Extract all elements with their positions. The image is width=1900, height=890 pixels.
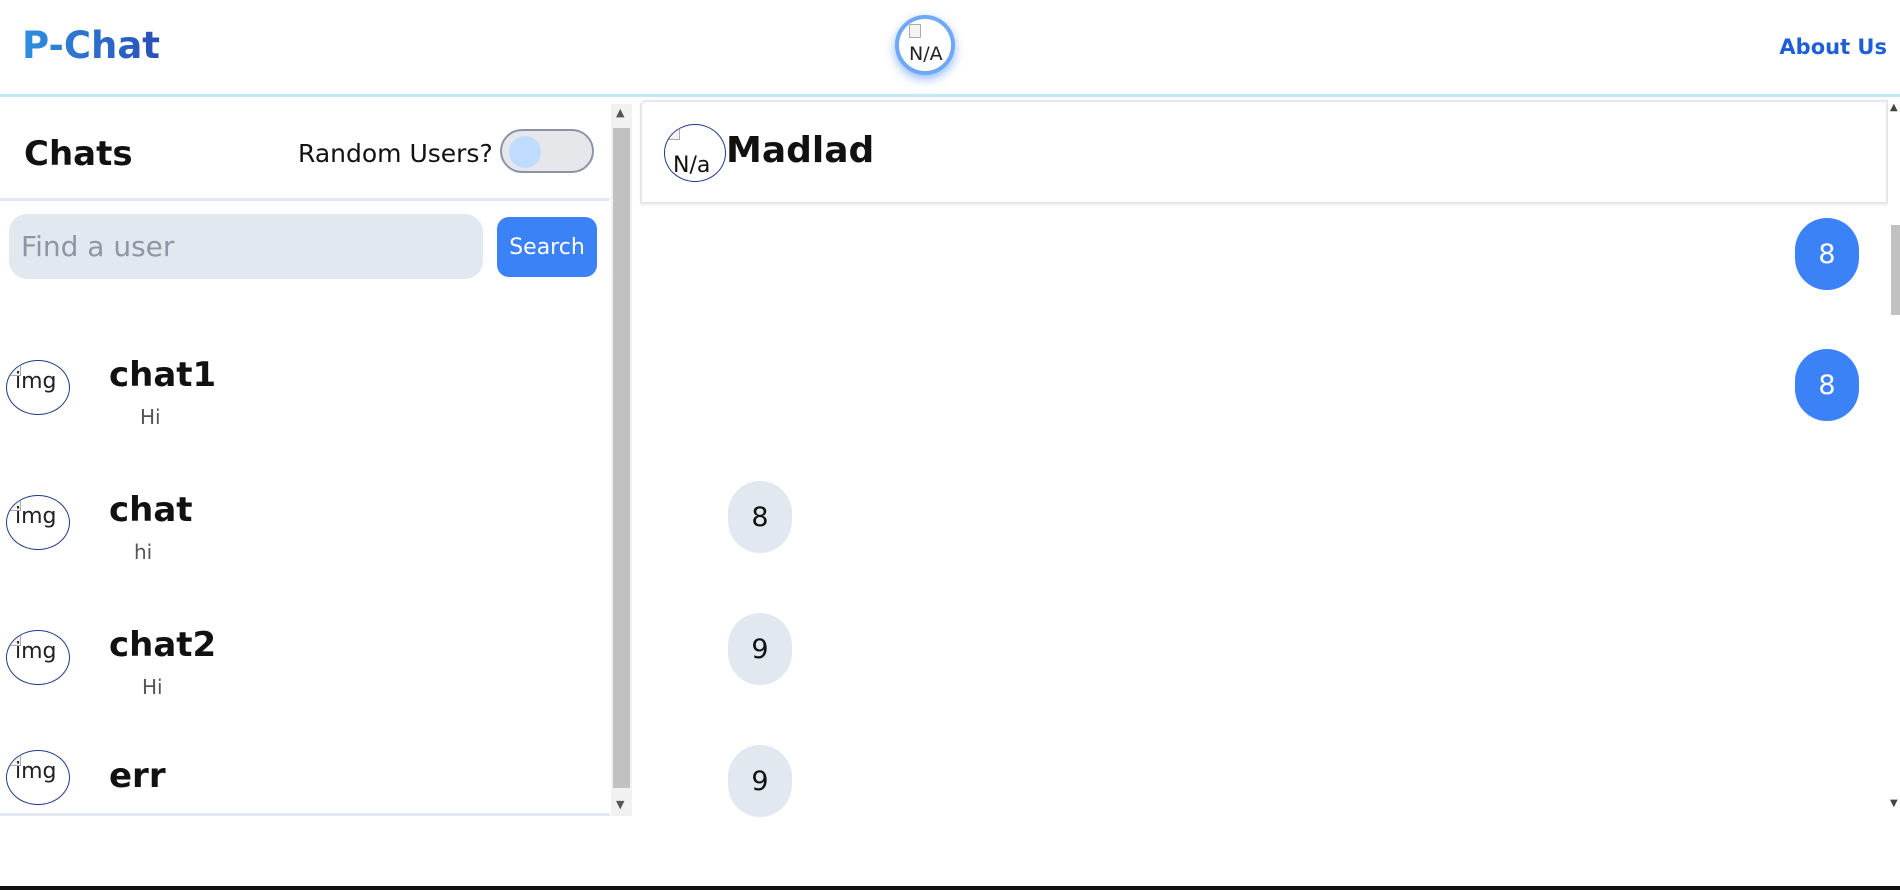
message-bubble-outgoing: 8 — [1795, 218, 1859, 290]
avatar-alt: N/a — [673, 153, 711, 178]
chats-title: Chats — [24, 134, 133, 174]
chat-list-scrollbar[interactable]: ▲ ▼ — [611, 104, 632, 816]
avatar-alt: img — [15, 759, 57, 784]
scroll-up-arrow-icon[interactable]: ▲ — [1890, 102, 1898, 113]
top-navbar: P-Chat N/A ⌄ About Us — [0, 0, 1900, 97]
scrollbar-thumb[interactable] — [1891, 225, 1900, 315]
message-bubble-incoming: 8 — [728, 481, 792, 553]
toggle-knob — [509, 136, 541, 168]
chevron-down-icon: ⌄ — [945, 63, 954, 73]
avatar: img — [6, 360, 70, 415]
chat-last-message: Hi — [140, 405, 161, 429]
chat-name: chat — [109, 490, 193, 530]
broken-image-icon — [669, 127, 680, 140]
find-user-input[interactable] — [9, 214, 483, 279]
chat-name: chat2 — [109, 625, 217, 665]
random-users-label: Random Users? — [298, 139, 493, 168]
message-bubble-outgoing: 8 — [1795, 349, 1859, 421]
contact-name: Madlad — [726, 130, 875, 171]
scroll-up-arrow-icon[interactable]: ▲ — [616, 106, 624, 119]
scrollbar-thumb[interactable] — [613, 128, 630, 788]
broken-image-icon — [909, 24, 921, 38]
chat-last-message: Hi — [142, 675, 163, 699]
profile-avatar-alt: N/A — [909, 43, 943, 65]
avatar-alt: img — [15, 639, 57, 664]
chat-list-item[interactable]: img chat2 Hi — [0, 615, 610, 735]
chat-list-item[interactable]: img err — [0, 750, 610, 810]
chat-name: chat1 — [109, 355, 217, 395]
chat-list-item[interactable]: img chat1 Hi — [0, 345, 610, 465]
profile-avatar-button[interactable]: N/A ⌄ — [895, 15, 955, 75]
search-button[interactable]: Search — [497, 217, 597, 277]
about-us-link[interactable]: About Us — [1779, 35, 1887, 59]
avatar: img — [6, 630, 70, 685]
chat-list-panel: Chats Random Users? Search img chat1 Hi … — [0, 100, 610, 816]
avatar: img — [6, 495, 70, 550]
avatar: N/a — [664, 124, 726, 182]
conversation-header: N/a Madlad — [640, 100, 1888, 204]
avatar-alt: img — [15, 504, 57, 529]
random-users-toggle[interactable] — [500, 129, 594, 173]
scroll-down-arrow-icon[interactable]: ▼ — [1890, 798, 1898, 809]
avatar-alt: img — [15, 369, 57, 394]
chat-last-message: hi — [134, 540, 153, 564]
brand-logo[interactable]: P-Chat — [22, 24, 160, 67]
chat-list-header: Chats Random Users? — [0, 100, 610, 201]
scroll-down-arrow-icon[interactable]: ▼ — [616, 798, 624, 811]
avatar: img — [6, 750, 70, 805]
message-bubble-incoming: 9 — [728, 613, 792, 685]
chat-name: err — [109, 756, 166, 796]
chat-list-item[interactable]: img chat hi — [0, 480, 610, 600]
conversation-scrollbar[interactable]: ▲ ▼ — [1888, 100, 1900, 816]
footer-divider — [0, 886, 1900, 890]
message-bubble-incoming: 9 — [728, 745, 792, 817]
